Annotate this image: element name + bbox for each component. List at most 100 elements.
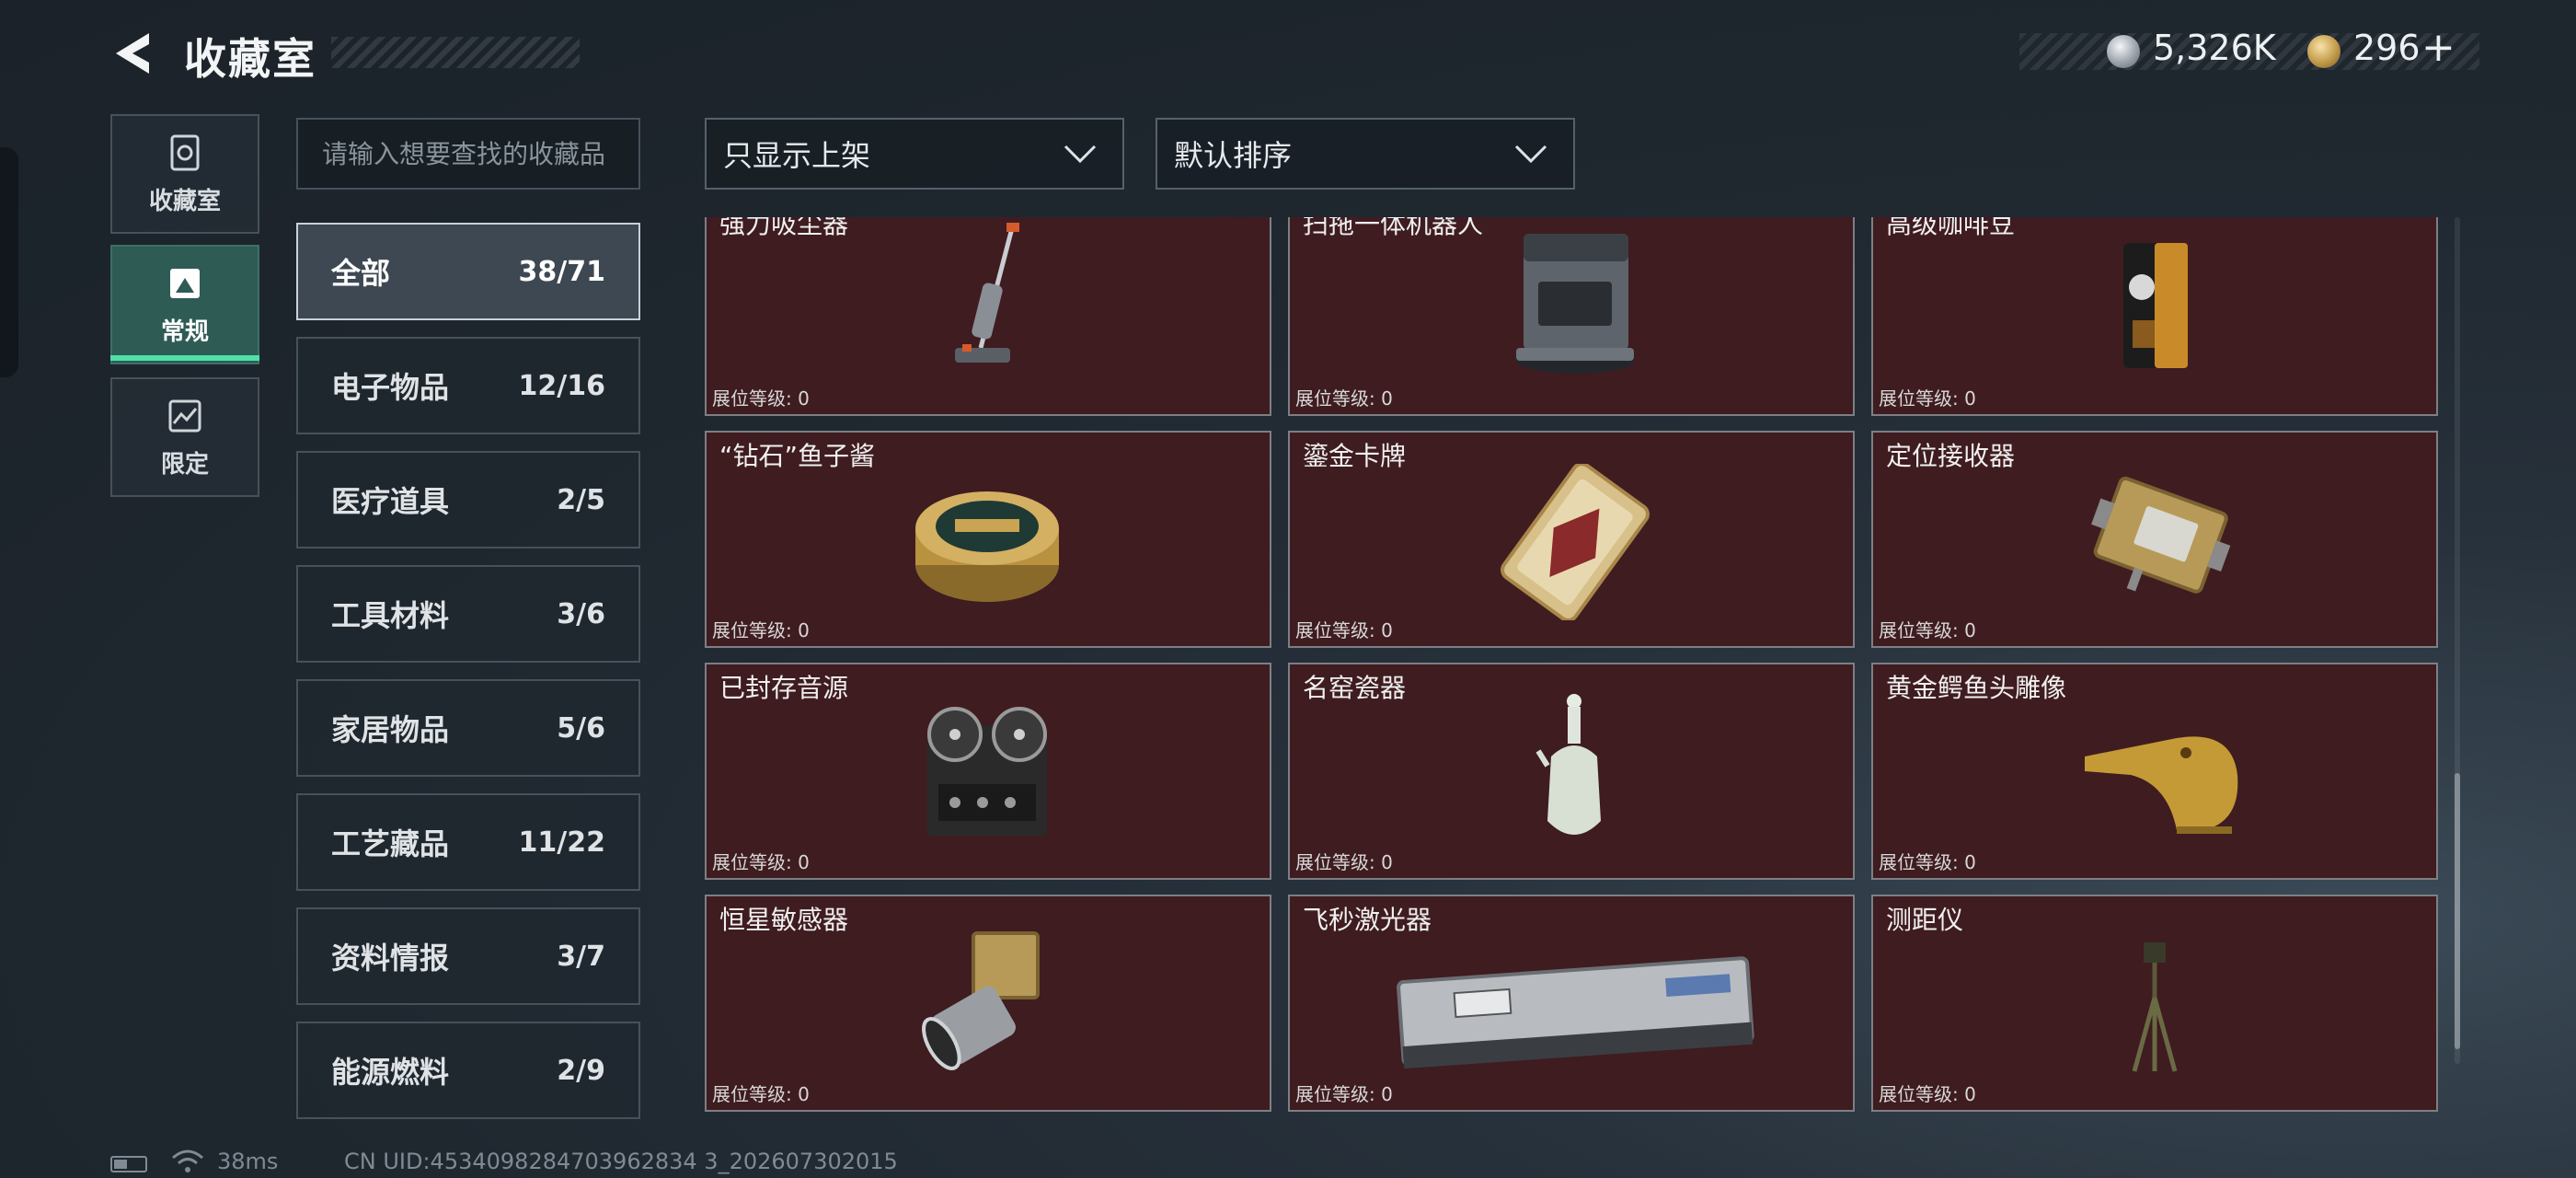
side-tab-label: 收藏室 bbox=[148, 187, 221, 215]
item-card[interactable]: 黄金鳄鱼头雕像 展位等级: 0 bbox=[1871, 663, 2438, 880]
category-count: 2/5 bbox=[557, 483, 605, 516]
item-grid: 强力吸尘器 展位等级: 0 扫拖一体机器人 展位等级: 0 高级咖啡豆 展位等级 bbox=[705, 217, 2440, 1126]
item-level: 展位等级: 0 bbox=[1879, 619, 1976, 641]
edge-handle bbox=[0, 147, 18, 377]
item-level: 展位等级: 0 bbox=[712, 619, 810, 641]
item-level: 展位等级: 0 bbox=[1295, 387, 1393, 410]
item-name: 强力吸尘器 bbox=[719, 217, 849, 239]
category-name: 全部 bbox=[331, 256, 391, 291]
side-tab-vault[interactable]: 收藏室 bbox=[110, 114, 259, 234]
gallery-icon bbox=[170, 268, 200, 298]
item-name: “钻石”鱼子酱 bbox=[719, 441, 876, 471]
side-tab-limited[interactable]: 限定 bbox=[110, 377, 259, 497]
category-name: 工具材料 bbox=[331, 598, 450, 633]
item-name: 飞秒激光器 bbox=[1303, 905, 1432, 935]
item-level: 展位等级: 0 bbox=[1295, 1083, 1393, 1105]
silver-coin-icon bbox=[2107, 35, 2140, 68]
category-intel[interactable]: 资料情报 3/7 bbox=[296, 907, 640, 1005]
search-input[interactable] bbox=[296, 118, 640, 190]
ping-value: 38ms bbox=[217, 1149, 279, 1174]
item-name: 鎏金卡牌 bbox=[1303, 441, 1407, 471]
gold-card-icon bbox=[1501, 464, 1650, 620]
frame-icon bbox=[168, 399, 201, 432]
vacuum-cleaner-icon bbox=[955, 223, 1019, 363]
back-arrow-icon bbox=[116, 33, 149, 74]
title-decoration bbox=[331, 37, 580, 68]
category-all[interactable]: 全部 38/71 bbox=[296, 223, 640, 320]
category-name: 工艺藏品 bbox=[331, 826, 450, 861]
item-card[interactable]: 高级咖啡豆 展位等级: 0 bbox=[1871, 217, 2438, 416]
category-count: 12/16 bbox=[518, 369, 605, 402]
active-tab-indicator bbox=[110, 355, 259, 361]
gold-coin-icon bbox=[2307, 35, 2340, 68]
user-uid: CN UID:4534098284703962834 3_20260730201… bbox=[344, 1149, 898, 1174]
item-card[interactable]: 鎏金卡牌 展位等级: 0 bbox=[1288, 431, 1855, 648]
item-card[interactable]: 测距仪 展位等级: 0 bbox=[1871, 895, 2438, 1112]
item-card[interactable]: 强力吸尘器 展位等级: 0 bbox=[705, 217, 1271, 416]
scrollbar-thumb[interactable] bbox=[2455, 773, 2460, 1049]
chevron-down-icon bbox=[1514, 144, 1547, 164]
side-tab-label: 限定 bbox=[160, 450, 209, 479]
item-card[interactable]: 定位接收器 展位等级: 0 bbox=[1871, 431, 2438, 648]
item-level: 展位等级: 0 bbox=[712, 851, 810, 873]
show-filter-value: 只显示上架 bbox=[723, 138, 871, 173]
category-count: 11/22 bbox=[518, 826, 605, 859]
category-name: 医疗道具 bbox=[331, 484, 450, 519]
coffee-bag-icon bbox=[2123, 243, 2188, 368]
item-card[interactable]: 名窑瓷器 展位等级: 0 bbox=[1288, 663, 1855, 880]
category-medical[interactable]: 医疗道具 2/5 bbox=[296, 451, 640, 549]
category-count: 3/6 bbox=[557, 597, 605, 630]
category-count: 38/71 bbox=[518, 255, 605, 288]
reel-recorder-icon bbox=[927, 707, 1047, 836]
item-card[interactable]: 飞秒激光器 展位等级: 0 bbox=[1288, 895, 1855, 1112]
back-button[interactable] bbox=[109, 28, 160, 79]
sort-dropdown[interactable]: 默认排序 bbox=[1156, 118, 1575, 190]
category-crafts[interactable]: 工艺藏品 11/22 bbox=[296, 793, 640, 891]
category-energy[interactable]: 能源燃料 2/9 bbox=[296, 1022, 640, 1119]
category-name: 电子物品 bbox=[331, 370, 450, 405]
item-name: 扫拖一体机器人 bbox=[1303, 217, 1484, 239]
side-tab-label: 常规 bbox=[160, 318, 209, 346]
item-level: 展位等级: 0 bbox=[712, 387, 810, 410]
item-level: 展位等级: 0 bbox=[712, 1083, 810, 1105]
category-name: 家居物品 bbox=[331, 712, 450, 747]
gold-currency-value: 296 bbox=[2353, 28, 2421, 68]
category-electronics[interactable]: 电子物品 12/16 bbox=[296, 337, 640, 434]
item-level: 展位等级: 0 bbox=[1295, 619, 1393, 641]
gps-receiver-icon bbox=[2091, 476, 2231, 594]
item-card[interactable]: 已封存音源 展位等级: 0 bbox=[705, 663, 1271, 880]
category-tools[interactable]: 工具材料 3/6 bbox=[296, 565, 640, 663]
item-level: 展位等级: 0 bbox=[1879, 387, 1976, 410]
crocodile-head-icon bbox=[2085, 736, 2238, 834]
add-currency-button[interactable]: + bbox=[2421, 24, 2455, 71]
side-tab-regular[interactable]: 常规 bbox=[110, 245, 259, 364]
item-name: 黄金鳄鱼头雕像 bbox=[1886, 673, 2067, 703]
porcelain-vase-icon bbox=[1535, 694, 1601, 835]
star-sensor-icon bbox=[922, 931, 1040, 1070]
category-count: 2/9 bbox=[557, 1054, 605, 1087]
rangefinder-icon bbox=[2132, 942, 2178, 1072]
item-card[interactable]: 恒星敏感器 展位等级: 0 bbox=[705, 895, 1271, 1112]
show-filter-dropdown[interactable]: 只显示上架 bbox=[705, 118, 1124, 190]
chevron-down-icon bbox=[1064, 144, 1097, 164]
caviar-tin-icon bbox=[915, 491, 1059, 602]
item-name: 测距仪 bbox=[1886, 905, 1964, 935]
vault-icon bbox=[170, 134, 200, 170]
item-name: 已封存音源 bbox=[719, 673, 849, 703]
silver-currency-value: 5,326K bbox=[2153, 28, 2276, 68]
item-card[interactable]: 扫拖一体机器人 展位等级: 0 bbox=[1288, 217, 1855, 416]
category-count: 3/7 bbox=[557, 940, 605, 973]
item-card[interactable]: “钻石”鱼子酱 展位等级: 0 bbox=[705, 431, 1271, 648]
item-name: 名窑瓷器 bbox=[1303, 673, 1407, 703]
robot-mop-icon bbox=[1516, 234, 1634, 374]
item-level: 展位等级: 0 bbox=[1879, 1083, 1976, 1105]
sort-value: 默认排序 bbox=[1174, 138, 1293, 173]
wifi-icon bbox=[172, 1149, 203, 1172]
item-name: 定位接收器 bbox=[1886, 441, 2016, 471]
battery-icon bbox=[110, 1156, 147, 1172]
category-count: 5/6 bbox=[557, 711, 605, 745]
laser-box-icon bbox=[1397, 956, 1754, 1069]
category-household[interactable]: 家居物品 5/6 bbox=[296, 679, 640, 777]
item-level: 展位等级: 0 bbox=[1295, 851, 1393, 873]
item-name: 恒星敏感器 bbox=[719, 905, 849, 935]
